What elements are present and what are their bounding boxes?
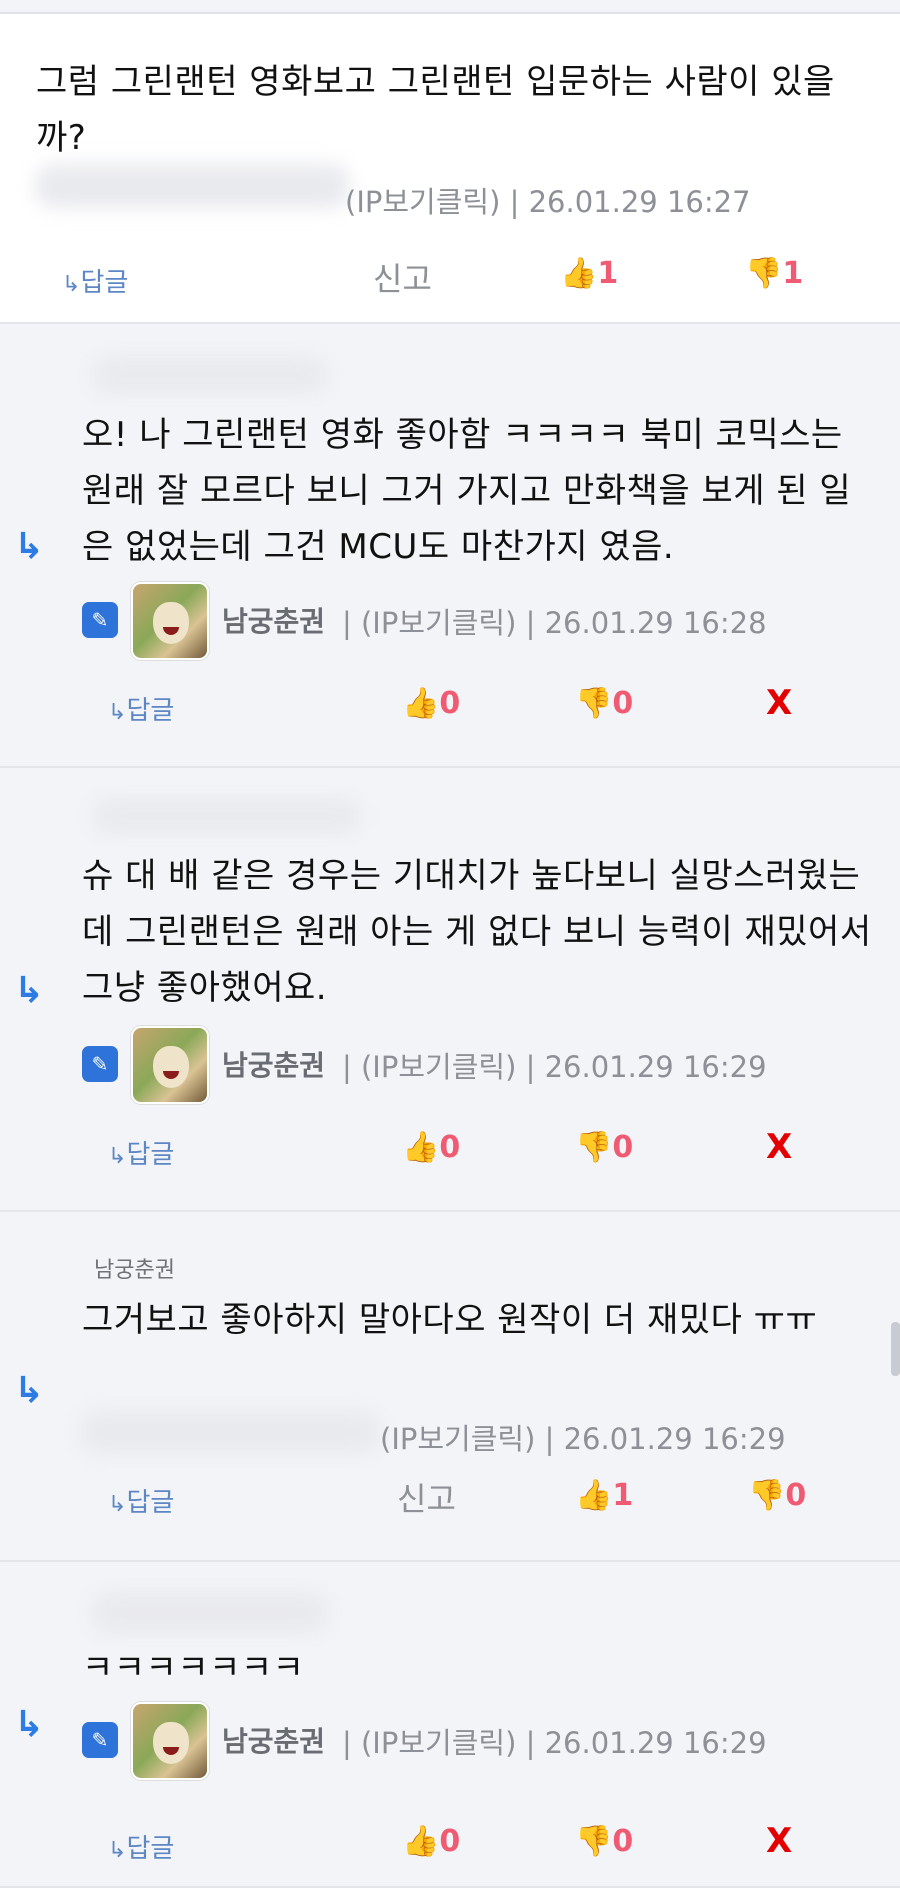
upvote-count: 1: [612, 1478, 634, 1513]
comment-item: ↳ 오! 나 그린랜턴 영화 좋아함 ㅋㅋㅋㅋ 북미 코믹스는 원래 잘 모르다…: [0, 324, 900, 768]
thumb-up-icon: 👍: [402, 1130, 440, 1165]
reply-hook-icon: ↳: [62, 272, 81, 297]
reply-hook-icon: ↳: [108, 1144, 127, 1169]
thumb-down-icon: 👎: [575, 686, 613, 721]
edit-icon[interactable]: ✎: [82, 602, 118, 638]
thumb-up-icon: 👍: [402, 1824, 440, 1859]
delete-button[interactable]: X: [766, 1821, 792, 1861]
nickname[interactable]: 남궁춘권: [222, 1044, 325, 1084]
thumb-up-icon: 👍: [575, 1478, 613, 1513]
comment-body: 그럼 그린랜턴 영화보고 그린랜턴 입문하는 사람이 있을까?: [36, 62, 835, 158]
thumb-down-icon: 👎: [748, 1478, 786, 1513]
downvote-count: 0: [785, 1478, 807, 1513]
reply-arrow-icon: ↳: [14, 970, 45, 1011]
reply-hook-icon: ↳: [108, 1838, 127, 1863]
reply-label: 답글: [126, 696, 175, 726]
comment-body: 오! 나 그린랜턴 영화 좋아함 ㅋㅋㅋㅋ 북미 코믹스는 원래 잘 모르다 보…: [82, 415, 852, 567]
reply-label: 답글: [126, 1488, 175, 1518]
thumb-down-icon: 👎: [745, 256, 783, 291]
upvote-button[interactable]: 👍0: [402, 1824, 460, 1859]
edit-icon[interactable]: ✎: [82, 1722, 118, 1758]
report-button[interactable]: 신고: [373, 254, 432, 300]
downvote-count: 0: [612, 686, 634, 721]
reply-hook-icon: ↳: [108, 700, 127, 725]
thumb-up-icon: 👍: [560, 256, 598, 291]
comment-author[interactable]: 남궁춘권: [94, 1252, 175, 1284]
reply-arrow-icon: ↳: [14, 1370, 45, 1411]
upvote-count: 0: [439, 1824, 461, 1859]
redacted-author: [35, 164, 350, 208]
nickname[interactable]: 남궁춘권: [222, 1720, 325, 1760]
comment-body: 슈 대 배 같은 경우는 기대치가 높다보니 실망스러웠는데 그린랜턴은 원래 …: [82, 856, 872, 1008]
upvote-count: 0: [439, 686, 461, 721]
reply-button[interactable]: ↳답글: [108, 1828, 174, 1865]
downvote-button[interactable]: 👎1: [745, 256, 803, 291]
reply-label: 답글: [126, 1834, 175, 1864]
reply-button[interactable]: ↳답글: [108, 690, 174, 727]
reply-label: 답글: [80, 268, 129, 298]
avatar[interactable]: [131, 1026, 209, 1104]
reply-hook-icon: ↳: [108, 1492, 127, 1517]
reply-button[interactable]: ↳답글: [108, 1482, 174, 1519]
comment-meta[interactable]: | (IP보기클릭) | 26.01.29 16:29: [342, 1044, 767, 1086]
reply-label: 답글: [126, 1140, 175, 1170]
downvote-count: 0: [612, 1130, 634, 1165]
scrollbar[interactable]: [891, 1322, 900, 1376]
reply-arrow-icon: ↳: [14, 526, 45, 567]
redacted-author: [92, 1592, 328, 1634]
comment-meta[interactable]: | (IP보기클릭) | 26.01.29 16:29: [342, 1720, 767, 1762]
avatar[interactable]: [131, 582, 209, 660]
upvote-count: 0: [439, 1130, 461, 1165]
redacted-author: [92, 798, 362, 834]
downvote-button[interactable]: 👎0: [575, 1824, 633, 1859]
upvote-button[interactable]: 👍0: [402, 1130, 460, 1165]
comment-meta[interactable]: | (IP보기클릭) | 26.01.29 16:28: [342, 600, 767, 642]
comment-item: ↳ 슈 대 배 같은 경우는 기대치가 높다보니 실망스러웠는데 그린랜턴은 원…: [0, 768, 900, 1212]
report-button[interactable]: 신고: [397, 1474, 456, 1520]
reply-arrow-icon: ↳: [14, 1704, 45, 1745]
comment-list-screen: 그럼 그린랜턴 영화보고 그린랜턴 입문하는 사람이 있을까? (IP보기클릭)…: [0, 0, 900, 1888]
downvote-button[interactable]: 👎0: [575, 1130, 633, 1165]
upvote-button[interactable]: 👍1: [560, 256, 618, 291]
delete-button[interactable]: X: [766, 683, 792, 723]
top-divider: [0, 0, 900, 14]
comment-meta[interactable]: (IP보기클릭) | 26.01.29 16:29: [380, 1416, 786, 1458]
thumb-up-icon: 👍: [402, 686, 440, 721]
downvote-button[interactable]: 👎0: [575, 686, 633, 721]
thumb-down-icon: 👎: [575, 1130, 613, 1165]
comment-meta[interactable]: (IP보기클릭) | 26.01.29 16:27: [345, 179, 751, 221]
upvote-count: 1: [597, 256, 619, 291]
edit-icon[interactable]: ✎: [82, 1046, 118, 1082]
upvote-button[interactable]: 👍0: [402, 686, 460, 721]
nickname[interactable]: 남궁춘권: [222, 600, 325, 640]
comment-item: 그럼 그린랜턴 영화보고 그린랜턴 입문하는 사람이 있을까? (IP보기클릭)…: [0, 14, 900, 324]
reply-button[interactable]: ↳답글: [108, 1134, 174, 1171]
comment-item: 남궁춘권 ↳ 그거보고 좋아하지 말아다오 원작이 더 재밌다 ㅠㅠ (IP보기…: [0, 1212, 900, 1562]
downvote-button[interactable]: 👎0: [748, 1478, 806, 1513]
upvote-button[interactable]: 👍1: [575, 1478, 633, 1513]
delete-button[interactable]: X: [766, 1127, 792, 1167]
thumb-down-icon: 👎: [575, 1824, 613, 1859]
redacted-author: [92, 356, 328, 394]
downvote-count: 0: [612, 1824, 634, 1859]
comment-item: ㅋㅋㅋㅋㅋㅋㅋ ↳ ✎ 남궁춘권 | (IP보기클릭) | 26.01.29 1…: [0, 1562, 900, 1888]
comment-body: ㅋㅋㅋㅋㅋㅋㅋ: [82, 1648, 305, 1688]
comment-body: 그거보고 좋아하지 말아다오 원작이 더 재밌다 ㅠㅠ: [82, 1300, 818, 1340]
reply-button[interactable]: ↳답글: [62, 262, 128, 299]
redacted-author: [80, 1410, 380, 1454]
downvote-count: 1: [782, 256, 804, 291]
avatar[interactable]: [131, 1702, 209, 1780]
